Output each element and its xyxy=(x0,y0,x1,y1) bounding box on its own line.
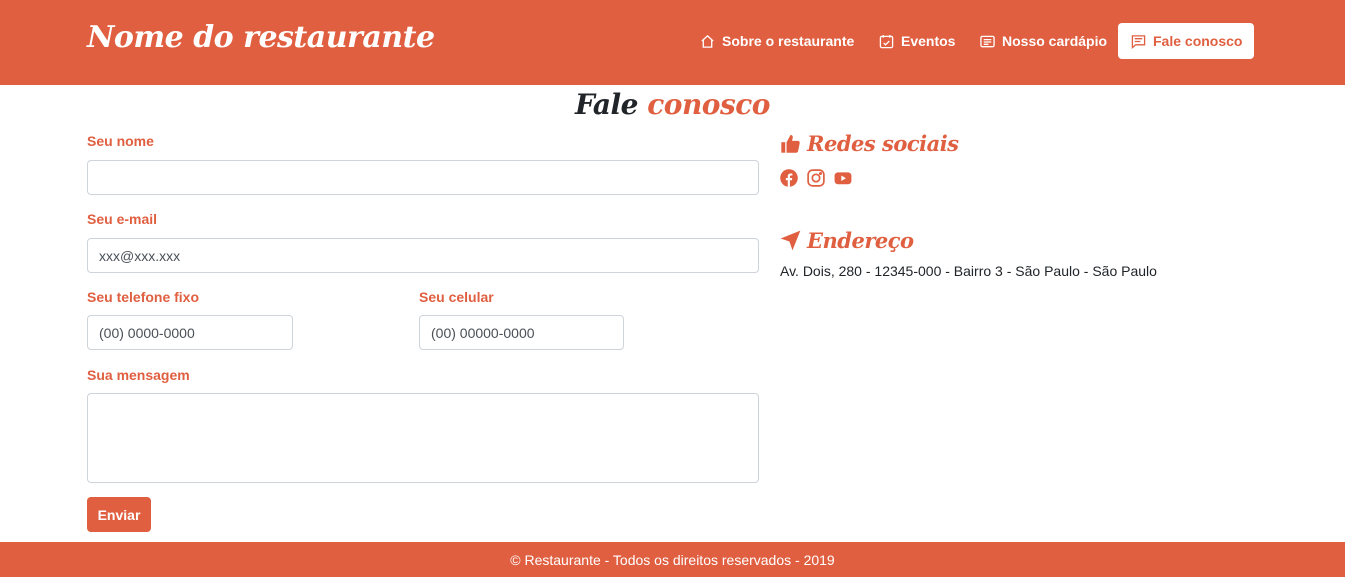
footer-copyright: © Restaurante - Todos os direitos reserv… xyxy=(510,551,835,568)
brand-logo[interactable]: Nome do restaurante xyxy=(87,20,435,55)
instagram-icon[interactable] xyxy=(807,168,825,188)
mobile-input[interactable] xyxy=(419,315,624,350)
chat-icon xyxy=(1131,34,1146,49)
nav-item-label: Sobre o restaurante xyxy=(722,33,855,49)
social-heading: Redes sociais xyxy=(780,131,959,156)
nav-item-cardapio[interactable]: Nosso cardápio xyxy=(980,23,1107,59)
name-input[interactable] xyxy=(87,160,759,195)
nav-item-fale-conosco[interactable]: Fale conosco xyxy=(1118,23,1254,59)
page-title-part1: Fale xyxy=(575,88,638,121)
name-label: Seu nome xyxy=(87,133,154,149)
address-heading: Endereço xyxy=(780,228,914,253)
footer: © Restaurante - Todos os direitos reserv… xyxy=(0,542,1345,577)
calendar-check-icon xyxy=(879,34,894,48)
email-label: Seu e-mail xyxy=(87,211,158,227)
social-heading-text: Redes sociais xyxy=(807,131,959,156)
address-heading-text: Endereço xyxy=(807,228,914,253)
nav-item-sobre[interactable]: Sobre o restaurante xyxy=(700,23,854,59)
nav-item-eventos[interactable]: Eventos xyxy=(879,23,955,59)
card-text-icon xyxy=(980,35,995,47)
message-textarea[interactable] xyxy=(87,393,759,483)
navbar: Nome do restaurante Sobre o restaurante … xyxy=(0,0,1345,85)
social-links xyxy=(780,168,852,188)
submit-button[interactable]: Enviar xyxy=(87,497,151,532)
thumbs-up-icon xyxy=(781,134,800,153)
page-title-part2: conosco xyxy=(647,88,770,121)
phone-input[interactable] xyxy=(87,315,293,350)
nav-item-label: Fale conosco xyxy=(1153,33,1243,49)
phone-label: Seu telefone fixo xyxy=(87,289,200,305)
facebook-icon[interactable] xyxy=(780,168,798,188)
address-text: Av. Dois, 280 - 12345-000 - Bairro 3 - S… xyxy=(780,263,1157,279)
page-title: Fale conosco xyxy=(0,88,1345,121)
email-input[interactable] xyxy=(87,238,759,273)
youtube-icon[interactable] xyxy=(834,168,852,188)
home-icon xyxy=(701,34,714,48)
mobile-label: Seu celular xyxy=(419,289,494,305)
message-label: Sua mensagem xyxy=(87,367,190,383)
nav-item-label: Eventos xyxy=(901,33,956,49)
nav-item-label: Nosso cardápio xyxy=(1002,33,1108,49)
navigation-arrow-icon xyxy=(780,230,801,251)
